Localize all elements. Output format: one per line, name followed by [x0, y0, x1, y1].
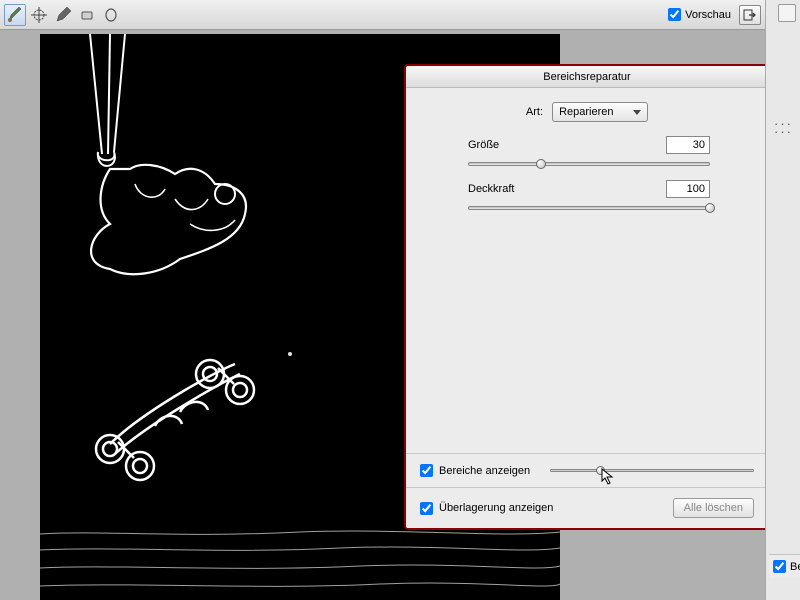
size-slider[interactable]: [468, 158, 710, 170]
type-label: Art:: [526, 106, 543, 118]
area-repair-panel: Bereichsreparatur Art: Reparieren Größe …: [404, 64, 770, 530]
pen-icon: [55, 7, 71, 23]
show-areas-checkbox[interactable]: [420, 464, 433, 477]
toolbar: Vorschau: [0, 0, 765, 30]
opacity-slider-thumb[interactable]: [705, 203, 715, 213]
export-button[interactable]: [739, 5, 761, 25]
show-areas-row: Bereiche anzeigen: [406, 453, 768, 487]
preview-checkbox-wrap[interactable]: Vorschau: [668, 8, 731, 21]
export-icon: [743, 9, 757, 21]
eraser-icon: [79, 7, 95, 23]
show-overlay-label: Überlagerung anzeigen: [439, 502, 553, 514]
show-overlay-row: Überlagerung anzeigen Alle löschen: [406, 487, 768, 528]
rightbar-handle-icon: ······: [774, 120, 793, 136]
type-dropdown[interactable]: Reparieren: [552, 102, 648, 122]
tool-brush[interactable]: [4, 4, 26, 26]
show-areas-slider[interactable]: [550, 466, 754, 476]
right-sidebar: ······ Bereich: [765, 0, 800, 600]
panel-title[interactable]: Bereichsreparatur: [406, 66, 768, 88]
rightbar-bottom-row: Bereich: [769, 554, 800, 578]
show-areas-thumb[interactable]: [596, 466, 605, 475]
ellipse-icon: [103, 7, 119, 23]
opacity-slider[interactable]: [468, 202, 710, 214]
brush-icon: [7, 7, 23, 23]
size-slider-thumb[interactable]: [536, 159, 546, 169]
tool-crosshair[interactable]: [28, 4, 50, 26]
crosshair-icon: [31, 7, 47, 23]
opacity-value[interactable]: 100: [666, 180, 710, 198]
tool-pen[interactable]: [52, 4, 74, 26]
preview-label: Vorschau: [685, 9, 731, 21]
show-areas-label: Bereiche anzeigen: [439, 465, 530, 477]
tool-eraser[interactable]: [76, 4, 98, 26]
show-overlay-checkbox[interactable]: [420, 502, 433, 515]
size-value[interactable]: 30: [666, 136, 710, 154]
opacity-label: Deckkraft: [468, 183, 514, 195]
preview-checkbox[interactable]: [668, 8, 681, 21]
rightbar-label: Bereich: [790, 561, 800, 573]
rightbar-toggle[interactable]: [778, 4, 796, 22]
delete-all-button[interactable]: Alle löschen: [673, 498, 754, 518]
size-label: Größe: [468, 139, 499, 151]
tool-ellipse[interactable]: [100, 4, 122, 26]
rightbar-checkbox[interactable]: [773, 560, 786, 573]
